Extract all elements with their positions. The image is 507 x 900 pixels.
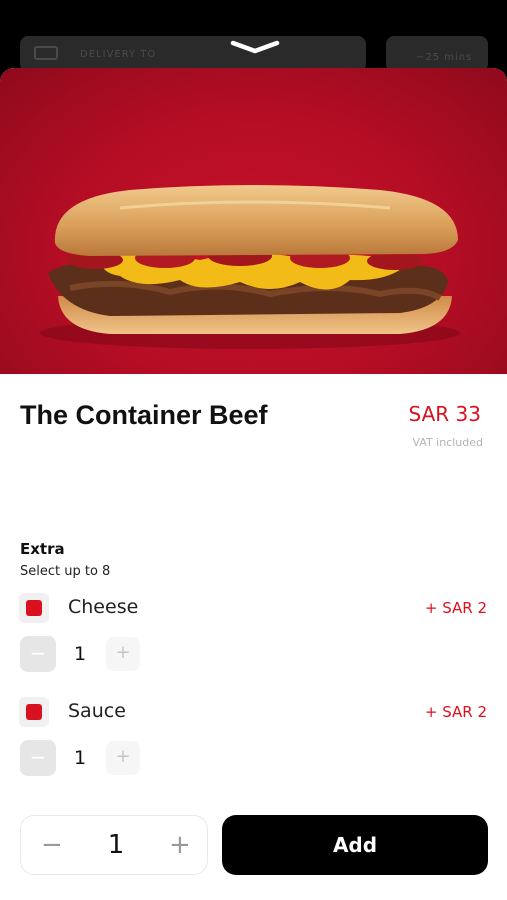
chevron-down-icon[interactable]: [230, 40, 280, 54]
truck-icon: [34, 46, 58, 60]
cheese-checkbox[interactable]: [19, 593, 49, 623]
vat-note: VAT included: [412, 436, 483, 449]
product-price: SAR 33: [408, 402, 481, 426]
extras-title: Extra: [20, 540, 65, 558]
sauce-minus-button[interactable]: −: [20, 740, 56, 776]
sauce-checkbox[interactable]: [19, 697, 49, 727]
delivery-bar: DELIVERY TO: [20, 36, 366, 72]
add-button[interactable]: Add: [222, 815, 488, 875]
option-label: Sauce: [68, 700, 126, 722]
eta-label: ~25 mins: [416, 52, 473, 63]
option-label: Cheese: [68, 596, 139, 618]
option-price: + SAR 2: [424, 599, 487, 617]
extras-subtitle: Select up to 8: [20, 564, 111, 579]
sauce-quantity: 1: [73, 747, 87, 769]
option-price: + SAR 2: [424, 703, 487, 721]
cheese-minus-button[interactable]: −: [20, 636, 56, 672]
product-title: The Container Beef: [20, 400, 268, 430]
eta-bar: ~25 mins: [386, 36, 488, 72]
delivery-label: DELIVERY TO: [80, 49, 157, 60]
sauce-plus-button[interactable]: +: [106, 741, 140, 775]
cheese-quantity: 1: [73, 643, 87, 665]
quantity-stepper: − 1 +: [20, 815, 208, 875]
quantity-minus-button[interactable]: −: [41, 830, 63, 860]
cheese-plus-button[interactable]: +: [106, 637, 140, 671]
quantity-value: 1: [107, 830, 125, 860]
product-sheet: The Container Beef SAR 33 VAT included E…: [0, 68, 507, 900]
quantity-plus-button[interactable]: +: [169, 830, 191, 860]
product-image: [0, 68, 507, 374]
